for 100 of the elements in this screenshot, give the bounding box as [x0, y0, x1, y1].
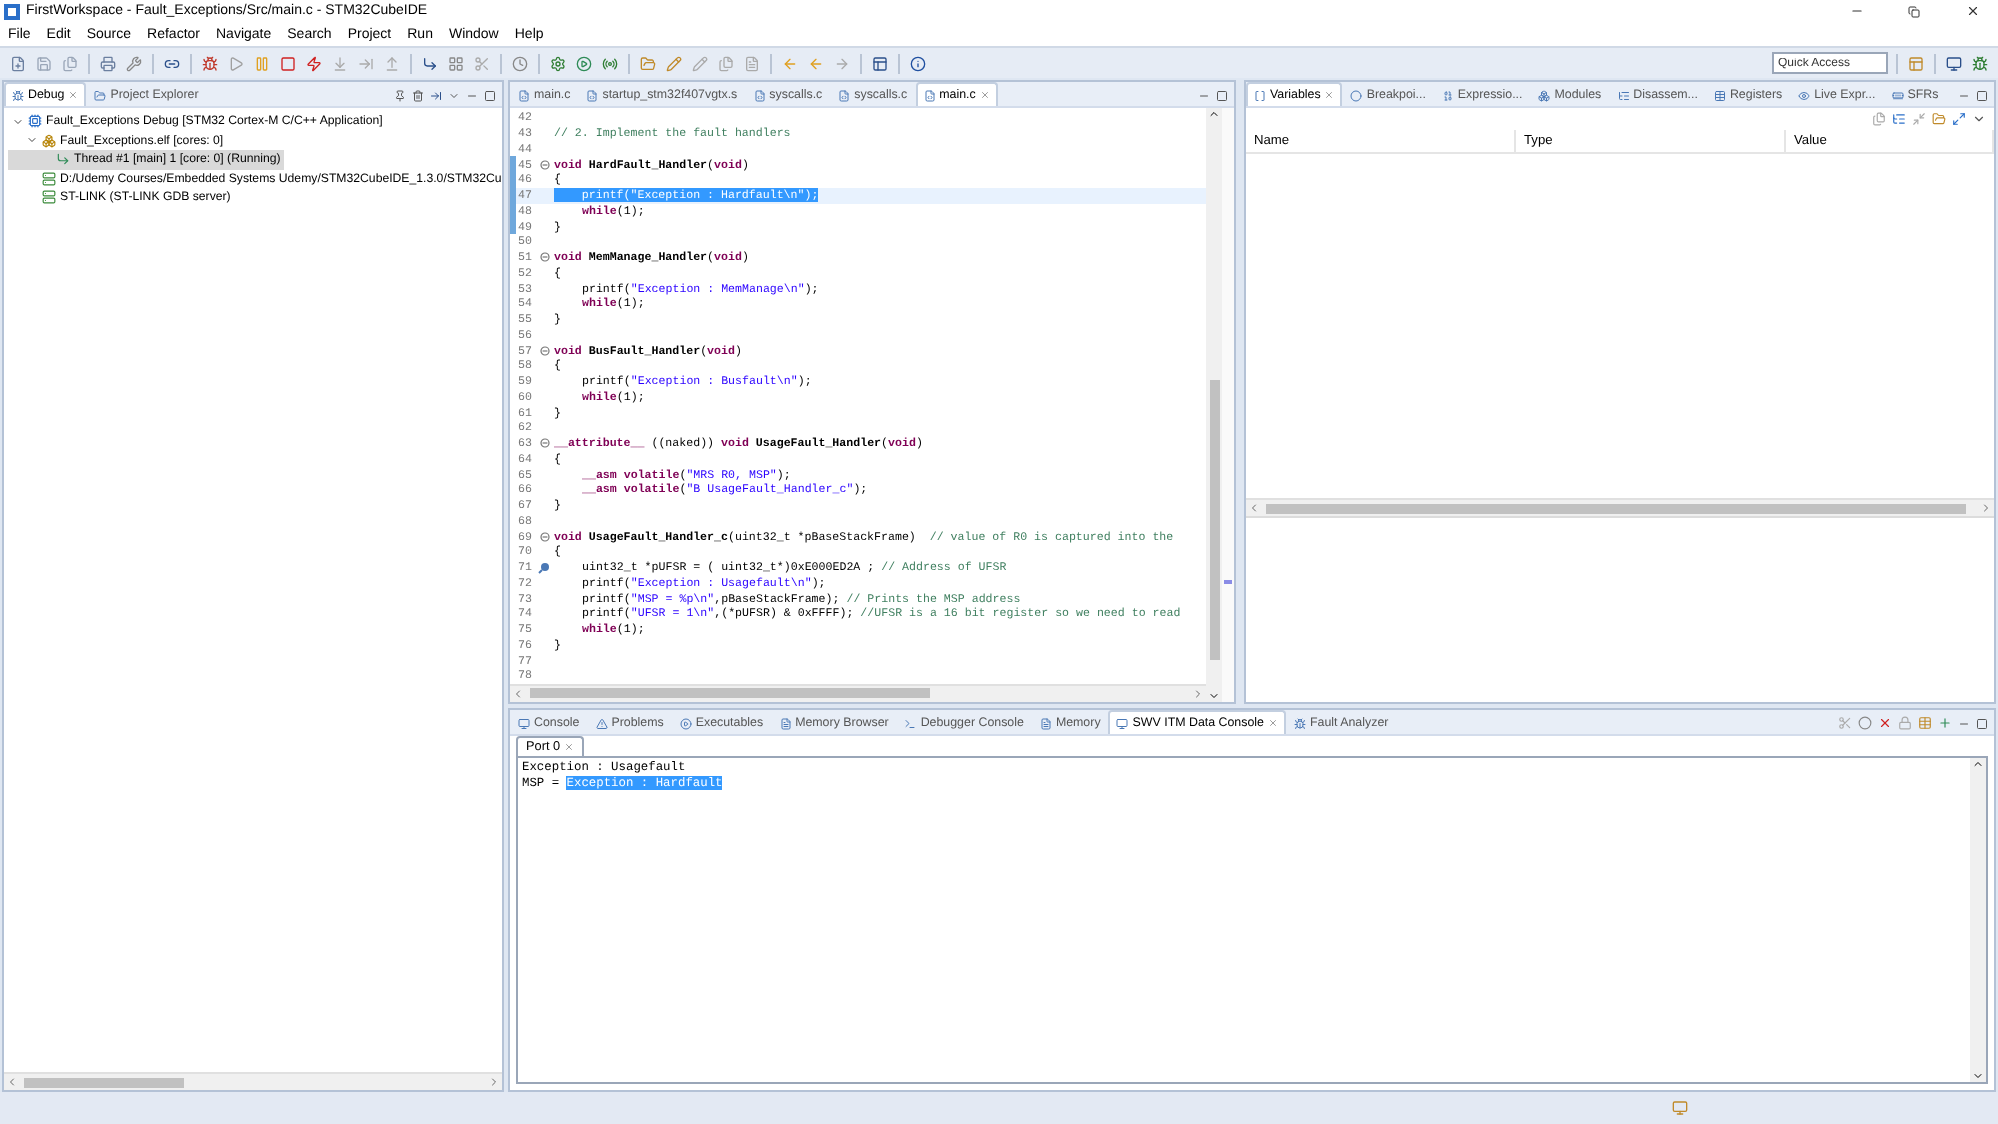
scissors-icon[interactable] [1838, 716, 1852, 730]
minimize-icon[interactable] [1958, 89, 1970, 101]
boxes-icon [42, 133, 56, 148]
info-icon [910, 55, 926, 71]
document-button[interactable] [742, 53, 762, 73]
play-button[interactable] [226, 53, 246, 73]
perspective-button[interactable] [1944, 53, 1964, 73]
info-button[interactable] [908, 53, 928, 73]
expand-icon[interactable] [1952, 112, 1966, 126]
chevron-left-icon[interactable] [512, 687, 524, 700]
lightning-button[interactable] [304, 53, 324, 73]
step-over-button[interactable] [356, 53, 376, 73]
chevron-up-icon[interactable] [1972, 758, 1984, 770]
clock-button[interactable] [510, 53, 530, 73]
file-icon [753, 89, 766, 101]
arrow-left-button[interactable] [806, 53, 826, 73]
tree-icon[interactable] [1892, 112, 1906, 126]
target-button[interactable] [600, 53, 620, 73]
chevron-left-icon[interactable] [6, 1076, 18, 1088]
scissors-button[interactable] [472, 53, 492, 73]
perspective-button[interactable] [1970, 53, 1990, 73]
step-icon[interactable] [430, 89, 442, 101]
arrow-right-button[interactable] [832, 53, 852, 73]
trash-icon[interactable] [412, 89, 424, 101]
fold-icon[interactable] [539, 438, 549, 449]
chevron-down-icon[interactable] [1972, 1070, 1984, 1082]
pencil-button[interactable] [690, 53, 710, 73]
boxes-icon [1538, 89, 1551, 101]
chevron-right-icon[interactable] [1192, 687, 1204, 700]
layout-button[interactable] [870, 53, 890, 73]
monitor-icon[interactable] [1672, 1100, 1688, 1116]
pin-icon[interactable] [394, 89, 406, 101]
fold-icon[interactable] [539, 345, 549, 356]
chevron-down-icon[interactable] [1208, 690, 1220, 702]
maximize-icon[interactable] [1976, 89, 1988, 101]
files-icon[interactable] [1872, 112, 1886, 126]
folder-icon [640, 55, 656, 71]
fold-icon[interactable] [539, 159, 549, 170]
folder-icon[interactable] [1932, 112, 1946, 126]
play-button[interactable] [574, 53, 594, 73]
save-button[interactable] [34, 53, 54, 73]
table-icon[interactable] [1918, 716, 1932, 730]
arrow-button[interactable] [420, 53, 440, 73]
server-icon [42, 171, 56, 186]
close-icon[interactable] [1878, 716, 1892, 730]
monitor-icon [1116, 717, 1129, 729]
play-icon [576, 55, 592, 71]
maximize-icon[interactable] [484, 89, 496, 101]
save-icon [36, 55, 52, 71]
scissors-icon [474, 55, 490, 71]
wrench-button[interactable] [124, 53, 144, 73]
arrow-left-icon [808, 55, 824, 71]
list-icon [1617, 89, 1630, 101]
bug-icon [12, 89, 24, 101]
files-button[interactable] [716, 53, 736, 73]
monitor-icon [1946, 55, 1962, 71]
brackets-icon [1254, 89, 1266, 101]
grid-button[interactable] [446, 53, 466, 73]
collapse-icon[interactable] [1912, 112, 1926, 126]
vertical-scrollbar[interactable] [1206, 108, 1222, 702]
chevron-right-icon[interactable] [1980, 502, 1992, 514]
chevron-right-icon[interactable] [488, 1076, 500, 1088]
printer-button[interactable] [98, 53, 118, 73]
maximize-icon[interactable] [1976, 717, 1988, 729]
circle-icon [1350, 89, 1363, 101]
minimize-icon[interactable] [1198, 89, 1210, 101]
minimize-icon[interactable] [466, 89, 478, 101]
maximize-icon[interactable] [1216, 89, 1228, 101]
grid-icon [448, 55, 464, 71]
circle-icon[interactable] [1858, 716, 1872, 730]
wrench-icon [126, 55, 142, 71]
chip-icon [28, 114, 42, 129]
layout-icon [1908, 55, 1924, 71]
horizontal-scrollbar[interactable] [1246, 498, 1994, 516]
fold-icon[interactable] [539, 531, 549, 542]
new-file-button[interactable] [8, 53, 28, 73]
bug-button[interactable] [200, 53, 220, 73]
pencil-button[interactable] [664, 53, 684, 73]
vertical-scrollbar[interactable] [1970, 758, 1986, 1082]
play-icon [679, 717, 692, 729]
chevron-up-icon[interactable] [1208, 108, 1220, 120]
chevron-icon[interactable] [1972, 112, 1986, 126]
folder-button[interactable] [638, 53, 658, 73]
stop-button[interactable] [278, 53, 298, 73]
step-return-button[interactable] [382, 53, 402, 73]
files-icon [62, 55, 78, 71]
step-return-icon [384, 55, 400, 71]
fold-icon[interactable] [539, 252, 549, 263]
minimize-icon[interactable] [1958, 717, 1970, 729]
arrow-left-button[interactable] [780, 53, 800, 73]
plus-icon[interactable] [1938, 716, 1952, 730]
file-icon [518, 89, 530, 101]
horizontal-scrollbar[interactable] [4, 1072, 502, 1090]
gear-button[interactable] [548, 53, 568, 73]
chevron-left-icon[interactable] [1248, 502, 1260, 514]
arrow-right-icon [834, 55, 850, 71]
pause-button[interactable] [252, 53, 272, 73]
lock-icon[interactable] [1898, 716, 1912, 730]
files-button[interactable] [60, 53, 80, 73]
horizontal-scrollbar[interactable] [510, 683, 1206, 702]
